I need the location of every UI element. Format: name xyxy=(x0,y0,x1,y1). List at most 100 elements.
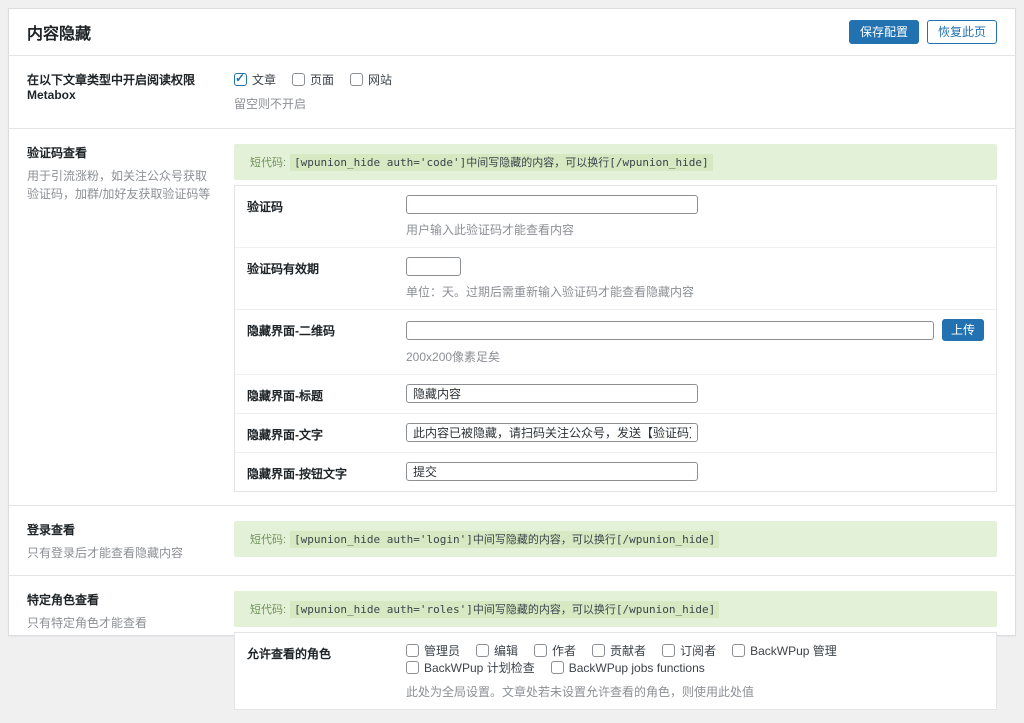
field-row-captcha-expiry: 验证码有效期 单位：天。过期后需重新输入验证码才能查看隐藏内容 xyxy=(235,248,996,310)
hide-text-content xyxy=(406,423,984,443)
page-checkbox[interactable] xyxy=(292,73,305,86)
login-content-col: 短代码: [wpunion_hide auth='login']中间写隐藏的内容，… xyxy=(234,521,997,562)
roles-shortcode-label: 短代码: xyxy=(250,604,286,616)
checkbox-role-backwpup-jobs[interactable]: BackWPup jobs functions xyxy=(551,661,705,675)
checkbox-role-administrator[interactable]: 管理员 xyxy=(406,642,460,659)
page-checkbox-label: 页面 xyxy=(310,71,334,88)
field-row-qrcode: 隐藏界面-二维码 上传 200x200像素足矣 xyxy=(235,310,996,375)
hide-text-input[interactable] xyxy=(406,423,698,442)
metabox-label-col: 在以下文章类型中开启阅读权限Metabox xyxy=(27,71,234,112)
captcha-code-label: 验证码 xyxy=(247,195,406,238)
site-checkbox-label: 网站 xyxy=(368,71,392,88)
hide-text-label: 隐藏界面-文字 xyxy=(247,423,406,443)
qrcode-label: 隐藏界面-二维码 xyxy=(247,319,406,365)
backwpup-admin-checkbox-label: BackWPup 管理 xyxy=(750,642,837,659)
checkbox-post-type-article[interactable]: 文章 xyxy=(234,71,276,88)
author-checkbox-label: 作者 xyxy=(552,642,576,659)
captcha-expiry-label: 验证码有效期 xyxy=(247,257,406,300)
captcha-content-col: 短代码: [wpunion_hide auth='code']中间写隐藏的内容，可… xyxy=(234,144,997,492)
login-shortcode-label: 短代码: xyxy=(250,534,286,546)
checkbox-post-type-site[interactable]: 网站 xyxy=(350,71,392,88)
allowed-roles-label: 允许查看的角色 xyxy=(247,642,406,700)
hide-button-text-label: 隐藏界面-按钮文字 xyxy=(247,462,406,482)
captcha-code-content: 用户输入此验证码才能查看内容 xyxy=(406,195,984,238)
checkbox-role-subscriber[interactable]: 订阅者 xyxy=(662,642,716,659)
field-row-hide-title: 隐藏界面-标题 xyxy=(235,375,996,414)
header-actions: 保存配置 恢复此页 xyxy=(849,20,997,44)
login-section-desc: 只有登录后才能查看隐藏内容 xyxy=(27,544,218,562)
qrcode-input-line: 上传 xyxy=(406,319,984,341)
administrator-checkbox[interactable] xyxy=(406,644,419,657)
subscriber-checkbox-label: 订阅者 xyxy=(680,642,716,659)
save-config-button[interactable]: 保存配置 xyxy=(849,20,919,44)
metabox-hint: 留空则不开启 xyxy=(234,95,997,112)
section-metabox: 在以下文章类型中开启阅读权限Metabox 文章 页面 网站 留空则不开启 xyxy=(9,56,1015,129)
captcha-shortcode-label: 短代码: xyxy=(250,157,286,169)
hide-title-label: 隐藏界面-标题 xyxy=(247,384,406,404)
captcha-label-col: 验证码查看 用于引流涨粉，如关注公众号获取验证码，加群/加好友获取验证码等 xyxy=(27,144,234,492)
checkbox-role-editor[interactable]: 编辑 xyxy=(476,642,518,659)
captcha-shortcode-box: 短代码: [wpunion_hide auth='code']中间写隐藏的内容，可… xyxy=(234,144,997,180)
backwpup-check-checkbox[interactable] xyxy=(406,661,419,674)
site-checkbox[interactable] xyxy=(350,73,363,86)
qrcode-hint: 200x200像素足矣 xyxy=(406,348,984,365)
article-checkbox[interactable] xyxy=(234,73,247,86)
roles-shortcode-code: [wpunion_hide auth='roles']中间写隐藏的内容，可以换行… xyxy=(290,601,719,618)
section-captcha-view: 验证码查看 用于引流涨粉，如关注公众号获取验证码，加群/加好友获取验证码等 短代… xyxy=(9,129,1015,506)
backwpup-admin-checkbox[interactable] xyxy=(732,644,745,657)
captcha-expiry-hint: 单位：天。过期后需重新输入验证码才能查看隐藏内容 xyxy=(406,283,984,300)
login-label-col: 登录查看 只有登录后才能查看隐藏内容 xyxy=(27,521,234,562)
hide-button-text-content xyxy=(406,462,984,482)
captcha-fields-panel: 验证码 用户输入此验证码才能查看内容 验证码有效期 单位：天。过期后需重新输入验… xyxy=(234,185,997,492)
restore-page-button[interactable]: 恢复此页 xyxy=(927,20,997,44)
login-shortcode-box: 短代码: [wpunion_hide auth='login']中间写隐藏的内容，… xyxy=(234,521,997,557)
roles-label-col: 特定角色查看 只有特定角色才能查看 xyxy=(27,591,234,710)
backwpup-check-checkbox-label: BackWPup 计划检查 xyxy=(424,659,535,676)
roles-section-desc: 只有特定角色才能查看 xyxy=(27,614,218,632)
checkbox-role-author[interactable]: 作者 xyxy=(534,642,576,659)
metabox-label: 在以下文章类型中开启阅读权限Metabox xyxy=(27,71,218,102)
captcha-shortcode-code: [wpunion_hide auth='code']中间写隐藏的内容，可以换行[… xyxy=(290,154,713,171)
captcha-expiry-content: 单位：天。过期后需重新输入验证码才能查看隐藏内容 xyxy=(406,257,984,300)
checkbox-role-contributor[interactable]: 贡献者 xyxy=(592,642,646,659)
checkbox-role-backwpup-admin[interactable]: BackWPup 管理 xyxy=(732,642,837,659)
roles-shortcode-box: 短代码: [wpunion_hide auth='roles']中间写隐藏的内容，… xyxy=(234,591,997,627)
allowed-roles-hint: 此处为全局设置。文章处若未设置允许查看的角色，则使用此处值 xyxy=(406,683,984,700)
hide-title-input[interactable] xyxy=(406,384,698,403)
captcha-section-title: 验证码查看 xyxy=(27,144,218,161)
captcha-code-input[interactable] xyxy=(406,195,698,214)
captcha-section-desc: 用于引流涨粉，如关注公众号获取验证码，加群/加好友获取验证码等 xyxy=(27,167,218,203)
captcha-code-hint: 用户输入此验证码才能查看内容 xyxy=(406,221,984,238)
backwpup-jobs-checkbox-label: BackWPup jobs functions xyxy=(569,661,705,675)
field-row-hide-text: 隐藏界面-文字 xyxy=(235,414,996,453)
roles-checkbox-group: 管理员 编辑 作者 贡 xyxy=(406,642,984,676)
roles-content-col: 短代码: [wpunion_hide auth='roles']中间写隐藏的内容，… xyxy=(234,591,997,710)
page-header: 内容隐藏 保存配置 恢复此页 xyxy=(9,9,1015,56)
article-checkbox-label: 文章 xyxy=(252,71,276,88)
section-roles-view: 特定角色查看 只有特定角色才能查看 短代码: [wpunion_hide auth… xyxy=(9,576,1015,723)
editor-checkbox[interactable] xyxy=(476,644,489,657)
page-title: 内容隐藏 xyxy=(27,20,91,44)
checkbox-post-type-page[interactable]: 页面 xyxy=(292,71,334,88)
roles-section-title: 特定角色查看 xyxy=(27,591,218,608)
qrcode-content: 上传 200x200像素足矣 xyxy=(406,319,984,365)
checkbox-role-backwpup-check[interactable]: BackWPup 计划检查 xyxy=(406,659,535,676)
qrcode-url-input[interactable] xyxy=(406,321,934,340)
administrator-checkbox-label: 管理员 xyxy=(424,642,460,659)
contributor-checkbox[interactable] xyxy=(592,644,605,657)
subscriber-checkbox[interactable] xyxy=(662,644,675,657)
metabox-content-col: 文章 页面 网站 留空则不开启 xyxy=(234,71,997,112)
field-row-hide-button-text: 隐藏界面-按钮文字 xyxy=(235,453,996,491)
hide-title-content xyxy=(406,384,984,404)
editor-checkbox-label: 编辑 xyxy=(494,642,518,659)
hide-button-text-input[interactable] xyxy=(406,462,698,481)
backwpup-jobs-checkbox[interactable] xyxy=(551,661,564,674)
login-shortcode-code: [wpunion_hide auth='login']中间写隐藏的内容，可以换行… xyxy=(290,531,719,548)
author-checkbox[interactable] xyxy=(534,644,547,657)
allowed-roles-content: 管理员 编辑 作者 贡 xyxy=(406,642,984,700)
field-row-allowed-roles: 允许查看的角色 管理员 编辑 xyxy=(235,633,996,709)
captcha-expiry-input[interactable] xyxy=(406,257,461,276)
contributor-checkbox-label: 贡献者 xyxy=(610,642,646,659)
field-row-captcha-code: 验证码 用户输入此验证码才能查看内容 xyxy=(235,186,996,248)
upload-button[interactable]: 上传 xyxy=(942,319,984,341)
